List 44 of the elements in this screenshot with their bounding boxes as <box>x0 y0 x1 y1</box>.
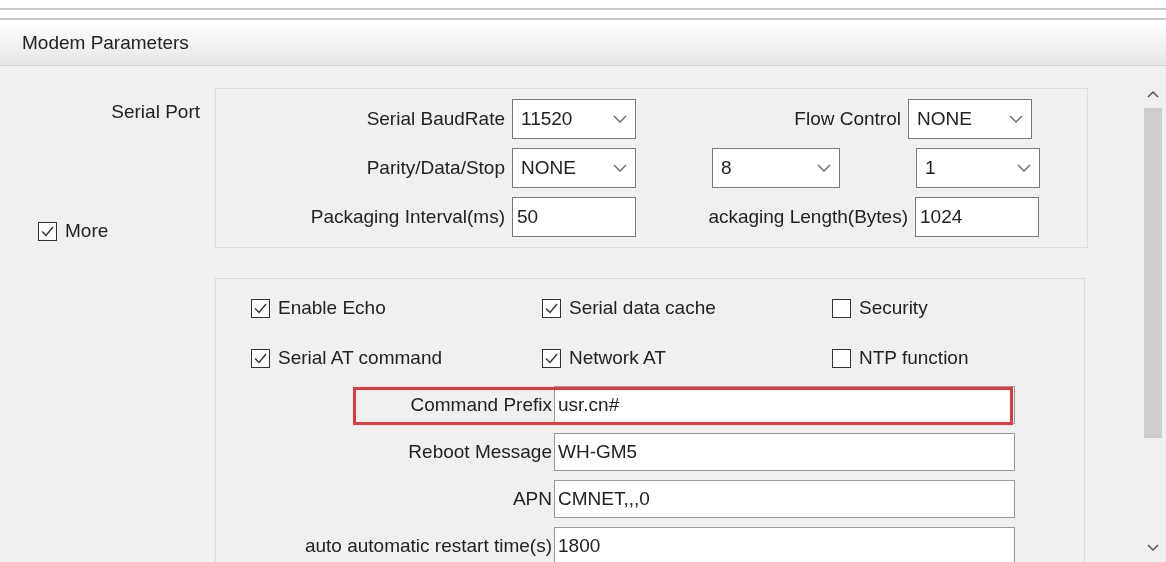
dropdown[interactable]: 11520 <box>512 99 636 139</box>
scroll-up-icon[interactable] <box>1147 90 1159 98</box>
dropdown[interactable]: NONE <box>512 148 636 188</box>
input-field[interactable]: CMNET,,,0 <box>554 480 1015 518</box>
checkbox[interactable] <box>251 348 270 368</box>
dropdown[interactable]: 1 <box>916 148 1040 188</box>
field-label: Flow Control <box>794 107 901 129</box>
checkbox[interactable] <box>38 221 57 241</box>
field-label: auto automatic restart time(s) <box>304 534 552 556</box>
checkbox[interactable] <box>251 298 270 318</box>
field-label: Packaging Interval(ms) <box>310 205 505 227</box>
field-label: Serial BaudRate <box>366 107 505 129</box>
dropdown[interactable]: 8 <box>712 148 840 188</box>
field-label: Command Prefix <box>410 393 552 415</box>
checkbox-label[interactable]: Enable Echo <box>278 293 386 323</box>
checkbox[interactable] <box>542 348 561 368</box>
checkbox-label[interactable]: Serial AT command <box>278 343 443 373</box>
checkbox-label[interactable]: NTP function <box>859 343 969 373</box>
checkbox-label[interactable]: Serial data cache <box>569 293 716 323</box>
dropdown[interactable]: NONE <box>908 99 1032 139</box>
field-label: ackaging Length(Bytes) <box>708 205 908 227</box>
checkbox-label[interactable]: Network AT <box>569 343 666 373</box>
field-label: Reboot Message <box>408 440 552 462</box>
field-label: Parity/Data/Stop <box>366 156 505 178</box>
scroll-down-icon[interactable] <box>1147 544 1159 552</box>
checkbox-label[interactable]: More <box>65 216 109 246</box>
chevron-down-icon <box>817 164 831 172</box>
input-field[interactable]: 50 <box>512 197 636 237</box>
scrollbar[interactable] <box>1140 66 1166 562</box>
input-field[interactable]: 1024 <box>915 197 1039 237</box>
input-field[interactable]: WH-GM5 <box>554 433 1015 471</box>
field-label: APN <box>512 487 552 509</box>
checkbox[interactable] <box>542 298 561 318</box>
input-field[interactable]: 1800 <box>554 527 1015 562</box>
section-label: Serial Port <box>111 101 200 122</box>
panel-title: Modem Parameters <box>22 31 189 56</box>
scroll-thumb[interactable] <box>1144 108 1162 438</box>
chevron-down-icon <box>1009 115 1023 123</box>
chevron-down-icon <box>613 164 627 172</box>
checkbox-label[interactable]: Security <box>859 293 928 323</box>
checkbox[interactable] <box>832 348 851 368</box>
chevron-down-icon <box>1017 164 1031 172</box>
chevron-down-icon <box>613 115 627 123</box>
checkbox[interactable] <box>832 298 851 318</box>
